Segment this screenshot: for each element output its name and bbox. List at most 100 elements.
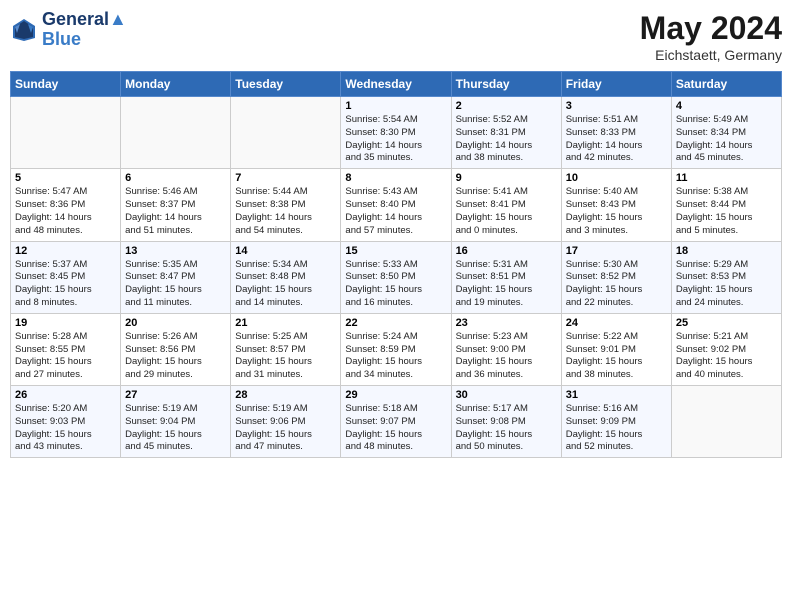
calendar-day-cell: 22 Sunrise: 5:24 AM Sunset: 8:59 PM Dayli… — [341, 313, 451, 385]
calendar-day-cell: 9 Sunrise: 5:41 AM Sunset: 8:41 PM Daylig… — [451, 169, 561, 241]
day-info: Sunrise: 5:24 AM Sunset: 8:59 PM Dayligh… — [345, 331, 446, 382]
calendar-day-cell: 17 Sunrise: 5:30 AM Sunset: 8:52 PM Dayli… — [561, 241, 671, 313]
day-number: 20 — [125, 317, 226, 329]
logo-icon — [10, 16, 38, 44]
day-number: 16 — [456, 245, 557, 257]
day-number: 15 — [345, 245, 446, 257]
day-info: Sunrise: 5:29 AM Sunset: 8:53 PM Dayligh… — [676, 259, 777, 310]
weekday-header-cell: Sunday — [11, 72, 121, 97]
weekday-header-cell: Friday — [561, 72, 671, 97]
calendar-week-row: 12 Sunrise: 5:37 AM Sunset: 8:45 PM Dayli… — [11, 241, 782, 313]
calendar-day-cell: 16 Sunrise: 5:31 AM Sunset: 8:51 PM Dayli… — [451, 241, 561, 313]
weekday-header-cell: Wednesday — [341, 72, 451, 97]
calendar-day-cell — [231, 97, 341, 169]
day-number: 7 — [235, 172, 336, 184]
calendar-day-cell: 8Sunrise: 5:43 AM Sunset: 8:40 PM Daylig… — [341, 169, 451, 241]
day-info: Sunrise: 5:21 AM Sunset: 9:02 PM Dayligh… — [676, 331, 777, 382]
page-header: General▲ Blue May 2024 Eichstaett, Germa… — [10, 10, 782, 63]
day-info: Sunrise: 5:23 AM Sunset: 9:00 PM Dayligh… — [456, 331, 557, 382]
day-info: Sunrise: 5:22 AM Sunset: 9:01 PM Dayligh… — [566, 331, 667, 382]
calendar-day-cell — [11, 97, 121, 169]
day-info: Sunrise: 5:25 AM Sunset: 8:57 PM Dayligh… — [235, 331, 336, 382]
day-number: 12 — [15, 245, 116, 257]
day-number: 24 — [566, 317, 667, 329]
day-number: 21 — [235, 317, 336, 329]
day-info: Sunrise: 5:35 AM Sunset: 8:47 PM Dayligh… — [125, 259, 226, 310]
day-info: Sunrise: 5:30 AM Sunset: 8:52 PM Dayligh… — [566, 259, 667, 310]
day-info: Sunrise: 5:46 AM Sunset: 8:37 PM Dayligh… — [125, 186, 226, 237]
day-info: Sunrise: 5:31 AM Sunset: 8:51 PM Dayligh… — [456, 259, 557, 310]
day-info: Sunrise: 5:16 AM Sunset: 9:09 PM Dayligh… — [566, 403, 667, 454]
day-info: Sunrise: 5:41 AM Sunset: 8:41 PM Dayligh… — [456, 186, 557, 237]
day-number: 9 — [456, 172, 557, 184]
calendar-day-cell: 13 Sunrise: 5:35 AM Sunset: 8:47 PM Dayli… — [121, 241, 231, 313]
day-info: Sunrise: 5:34 AM Sunset: 8:48 PM Dayligh… — [235, 259, 336, 310]
day-number: 27 — [125, 389, 226, 401]
day-info: Sunrise: 5:49 AM Sunset: 8:34 PM Dayligh… — [676, 114, 777, 165]
calendar-day-cell: 1Sunrise: 5:54 AM Sunset: 8:30 PM Daylig… — [341, 97, 451, 169]
day-number: 26 — [15, 389, 116, 401]
day-number: 4 — [676, 100, 777, 112]
day-info: Sunrise: 5:54 AM Sunset: 8:30 PM Dayligh… — [345, 114, 446, 165]
calendar-day-cell: 21 Sunrise: 5:25 AM Sunset: 8:57 PM Dayli… — [231, 313, 341, 385]
day-info: Sunrise: 5:19 AM Sunset: 9:04 PM Dayligh… — [125, 403, 226, 454]
weekday-header-cell: Monday — [121, 72, 231, 97]
calendar-day-cell: 12 Sunrise: 5:37 AM Sunset: 8:45 PM Dayli… — [11, 241, 121, 313]
calendar-day-cell: 10 Sunrise: 5:40 AM Sunset: 8:43 PM Dayli… — [561, 169, 671, 241]
calendar-day-cell: 18 Sunrise: 5:29 AM Sunset: 8:53 PM Dayli… — [671, 241, 781, 313]
weekday-header-cell: Saturday — [671, 72, 781, 97]
calendar-day-cell: 27 Sunrise: 5:19 AM Sunset: 9:04 PM Dayli… — [121, 386, 231, 458]
day-info: Sunrise: 5:26 AM Sunset: 8:56 PM Dayligh… — [125, 331, 226, 382]
day-number: 13 — [125, 245, 226, 257]
weekday-header-cell: Thursday — [451, 72, 561, 97]
calendar-day-cell: 20 Sunrise: 5:26 AM Sunset: 8:56 PM Dayli… — [121, 313, 231, 385]
day-info: Sunrise: 5:33 AM Sunset: 8:50 PM Dayligh… — [345, 259, 446, 310]
day-number: 8 — [345, 172, 446, 184]
day-info: Sunrise: 5:19 AM Sunset: 9:06 PM Dayligh… — [235, 403, 336, 454]
calendar-day-cell: 3 Sunrise: 5:51 AM Sunset: 8:33 PM Daylig… — [561, 97, 671, 169]
day-info: Sunrise: 5:18 AM Sunset: 9:07 PM Dayligh… — [345, 403, 446, 454]
day-number: 18 — [676, 245, 777, 257]
calendar-day-cell: 19Sunrise: 5:28 AM Sunset: 8:55 PM Dayli… — [11, 313, 121, 385]
day-number: 14 — [235, 245, 336, 257]
day-info: Sunrise: 5:51 AM Sunset: 8:33 PM Dayligh… — [566, 114, 667, 165]
calendar-day-cell: 26 Sunrise: 5:20 AM Sunset: 9:03 PM Dayli… — [11, 386, 121, 458]
calendar-day-cell — [121, 97, 231, 169]
day-info: Sunrise: 5:20 AM Sunset: 9:03 PM Dayligh… — [15, 403, 116, 454]
month-year-title: May 2024 — [640, 10, 782, 47]
day-number: 23 — [456, 317, 557, 329]
logo: General▲ Blue — [10, 10, 127, 50]
calendar-body: 1Sunrise: 5:54 AM Sunset: 8:30 PM Daylig… — [11, 97, 782, 458]
day-info: Sunrise: 5:17 AM Sunset: 9:08 PM Dayligh… — [456, 403, 557, 454]
day-info: Sunrise: 5:52 AM Sunset: 8:31 PM Dayligh… — [456, 114, 557, 165]
day-info: Sunrise: 5:40 AM Sunset: 8:43 PM Dayligh… — [566, 186, 667, 237]
calendar-day-cell: 7Sunrise: 5:44 AM Sunset: 8:38 PM Daylig… — [231, 169, 341, 241]
logo-text: General▲ Blue — [42, 10, 127, 50]
calendar-table: SundayMondayTuesdayWednesdayThursdayFrid… — [10, 71, 782, 458]
calendar-week-row: 19Sunrise: 5:28 AM Sunset: 8:55 PM Dayli… — [11, 313, 782, 385]
weekday-header-row: SundayMondayTuesdayWednesdayThursdayFrid… — [11, 72, 782, 97]
day-info: Sunrise: 5:28 AM Sunset: 8:55 PM Dayligh… — [15, 331, 116, 382]
location-subtitle: Eichstaett, Germany — [640, 47, 782, 63]
day-number: 25 — [676, 317, 777, 329]
day-number: 17 — [566, 245, 667, 257]
calendar-day-cell: 4 Sunrise: 5:49 AM Sunset: 8:34 PM Daylig… — [671, 97, 781, 169]
calendar-day-cell: 28Sunrise: 5:19 AM Sunset: 9:06 PM Dayli… — [231, 386, 341, 458]
day-info: Sunrise: 5:37 AM Sunset: 8:45 PM Dayligh… — [15, 259, 116, 310]
day-number: 29 — [345, 389, 446, 401]
calendar-week-row: 26 Sunrise: 5:20 AM Sunset: 9:03 PM Dayli… — [11, 386, 782, 458]
calendar-day-cell: 31Sunrise: 5:16 AM Sunset: 9:09 PM Dayli… — [561, 386, 671, 458]
calendar-day-cell: 5Sunrise: 5:47 AM Sunset: 8:36 PM Daylig… — [11, 169, 121, 241]
calendar-day-cell: 6 Sunrise: 5:46 AM Sunset: 8:37 PM Daylig… — [121, 169, 231, 241]
calendar-day-cell: 29 Sunrise: 5:18 AM Sunset: 9:07 PM Dayli… — [341, 386, 451, 458]
calendar-week-row: 5Sunrise: 5:47 AM Sunset: 8:36 PM Daylig… — [11, 169, 782, 241]
day-number: 22 — [345, 317, 446, 329]
calendar-day-cell: 30Sunrise: 5:17 AM Sunset: 9:08 PM Dayli… — [451, 386, 561, 458]
day-number: 11 — [676, 172, 777, 184]
day-number: 3 — [566, 100, 667, 112]
day-info: Sunrise: 5:47 AM Sunset: 8:36 PM Dayligh… — [15, 186, 116, 237]
calendar-day-cell: 14 Sunrise: 5:34 AM Sunset: 8:48 PM Dayli… — [231, 241, 341, 313]
calendar-day-cell: 25 Sunrise: 5:21 AM Sunset: 9:02 PM Dayli… — [671, 313, 781, 385]
day-number: 10 — [566, 172, 667, 184]
day-number: 6 — [125, 172, 226, 184]
